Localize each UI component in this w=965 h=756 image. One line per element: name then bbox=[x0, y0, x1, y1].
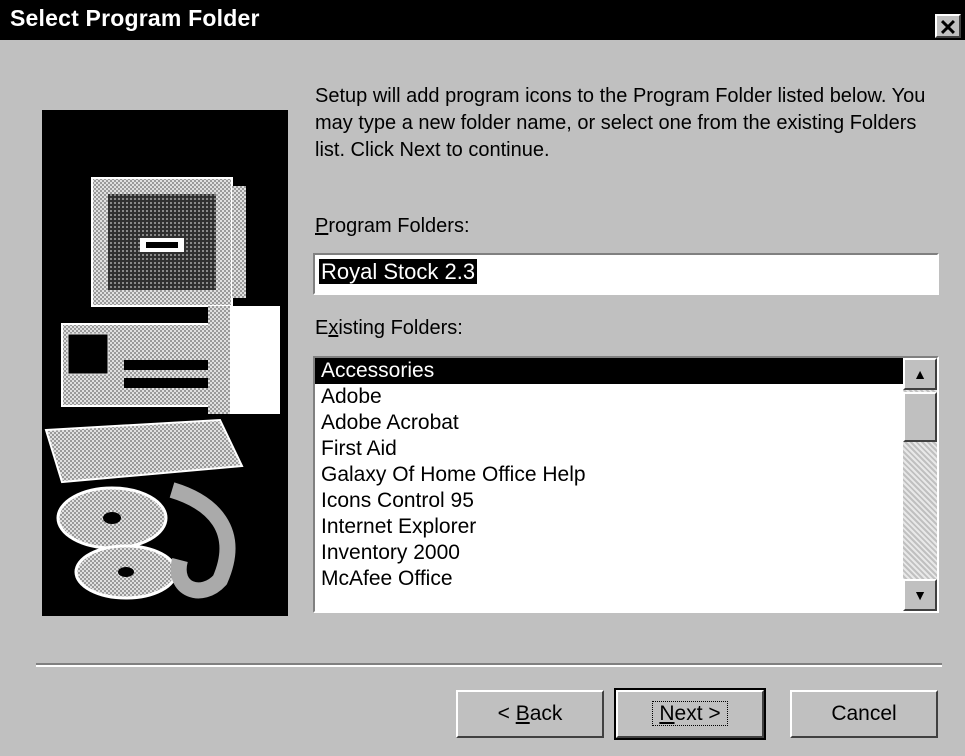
back-button-accel: B bbox=[515, 702, 530, 725]
scroll-thumb[interactable] bbox=[903, 392, 937, 442]
existing-folders-label-text: isting Folders: bbox=[338, 317, 463, 339]
button-separator bbox=[36, 663, 942, 667]
existing-folders-label: Existing Folders: bbox=[315, 317, 463, 340]
program-folder-input[interactable]: Royal Stock 2.3 bbox=[313, 253, 939, 295]
next-button-label: ext > bbox=[674, 702, 721, 725]
close-button[interactable]: ✕ bbox=[935, 14, 961, 40]
title-bar[interactable]: Select Program Folder ✕ bbox=[0, 0, 965, 40]
dialog-title: Select Program Folder bbox=[10, 5, 260, 31]
existing-folders-label-accel: x bbox=[328, 317, 339, 339]
scroll-up-button[interactable]: ▲ bbox=[903, 358, 937, 390]
computer-with-cds-illustration bbox=[42, 110, 288, 616]
computer-illustration-icon bbox=[44, 177, 280, 600]
cancel-button[interactable]: Cancel bbox=[790, 690, 938, 738]
list-item[interactable]: First Aid bbox=[315, 436, 903, 462]
back-button-label: ack bbox=[529, 702, 563, 725]
vertical-scrollbar[interactable]: ▲ ▼ bbox=[903, 358, 937, 611]
list-item[interactable]: Adobe Acrobat bbox=[315, 410, 903, 436]
list-item[interactable]: Adobe bbox=[315, 384, 903, 410]
list-item[interactable]: Icons Control 95 bbox=[315, 488, 903, 514]
list-item[interactable]: Inventory 2000 bbox=[315, 540, 903, 566]
next-button[interactable]: Next > bbox=[614, 688, 766, 740]
list-item[interactable]: McAfee Office bbox=[315, 566, 903, 592]
program-folders-label: Program Folders: bbox=[315, 215, 470, 238]
up-arrow-icon: ▲ bbox=[913, 366, 927, 382]
folder-list-items: Accessories Adobe Adobe Acrobat First Ai… bbox=[315, 358, 903, 611]
list-item[interactable]: Accessories bbox=[315, 358, 903, 384]
close-icon: ✕ bbox=[938, 15, 958, 40]
next-button-accel: N bbox=[659, 702, 675, 725]
intro-text: Setup will add program icons to the Prog… bbox=[315, 85, 926, 161]
existing-folders-label-pre: E bbox=[315, 317, 329, 339]
setup-dialog: Select Program Folder ✕ Setup will add p… bbox=[0, 0, 965, 756]
down-arrow-icon: ▼ bbox=[913, 587, 927, 603]
back-button[interactable]: < Back bbox=[456, 690, 604, 738]
list-item[interactable]: Galaxy Of Home Office Help bbox=[315, 462, 903, 488]
program-folders-label-accel: P bbox=[315, 215, 329, 237]
program-folders-label-text: rogram Folders: bbox=[328, 215, 470, 237]
next-button-focus: Next > bbox=[652, 701, 728, 726]
scroll-down-button[interactable]: ▼ bbox=[903, 579, 937, 611]
existing-folders-list[interactable]: Accessories Adobe Adobe Acrobat First Ai… bbox=[313, 356, 939, 613]
list-item[interactable]: Internet Explorer bbox=[315, 514, 903, 540]
program-folder-value[interactable]: Royal Stock 2.3 bbox=[319, 259, 478, 284]
back-button-pre: < bbox=[497, 702, 516, 725]
